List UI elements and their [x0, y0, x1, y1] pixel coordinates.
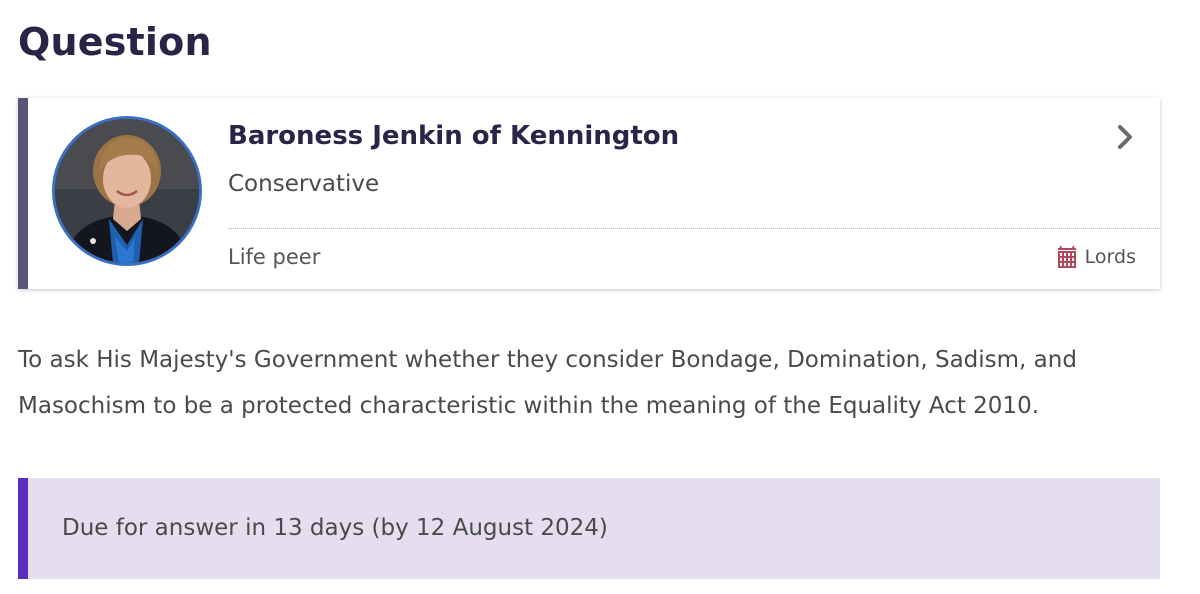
- house-label: Lords: [1056, 241, 1136, 273]
- house-name: Lords: [1084, 246, 1136, 268]
- page-title: Question: [18, 20, 212, 64]
- member-type: Life peer: [228, 245, 321, 269]
- due-status-banner: Due for answer in 13 days (by 12 August …: [18, 478, 1160, 579]
- portcullis-icon: [1057, 245, 1076, 268]
- question-text: To ask His Majesty's Government whether …: [18, 347, 1077, 419]
- card-divider: [228, 228, 1160, 229]
- member-avatar: [52, 116, 202, 266]
- due-status-text: Due for answer in 13 days (by 12 August …: [62, 515, 608, 541]
- member-party: Conservative: [228, 171, 380, 197]
- member-name[interactable]: Baroness Jenkin of Kennington: [228, 116, 679, 156]
- member-portrait-image: [55, 119, 199, 263]
- member-card[interactable]: Baroness Jenkin of Kennington Conservati…: [18, 98, 1160, 289]
- chevron-right-icon[interactable]: [1114, 122, 1136, 152]
